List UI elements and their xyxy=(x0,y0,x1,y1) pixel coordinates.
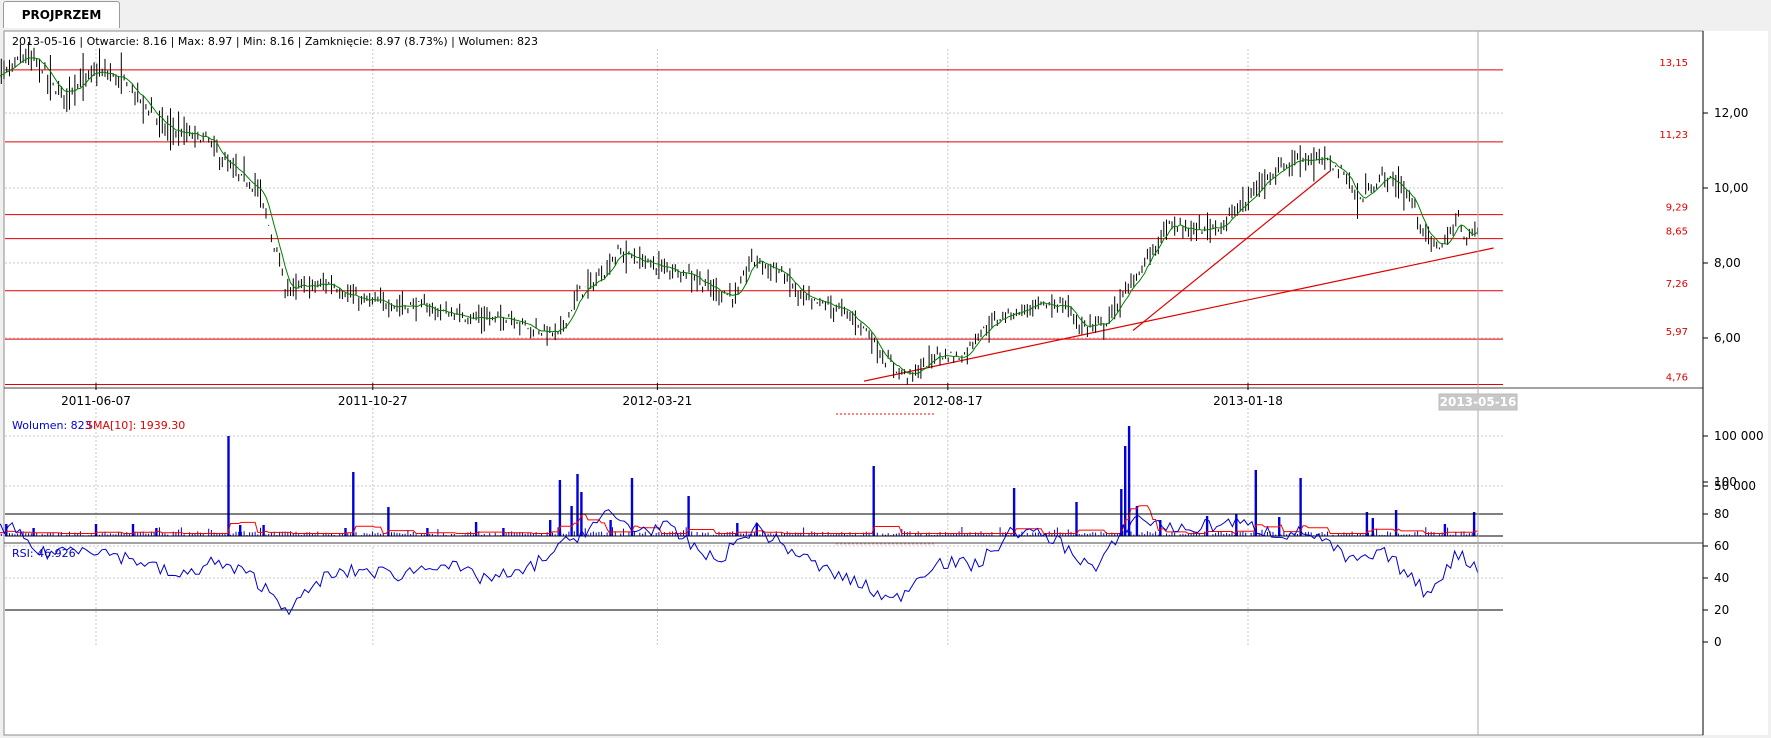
volume-bar xyxy=(872,466,875,536)
volume-bar xyxy=(32,528,35,536)
level-label: 4,76 xyxy=(1666,373,1688,384)
level-label: 13,15 xyxy=(1659,58,1688,69)
x-tick-label: 2011-06-07 xyxy=(61,394,131,408)
x-tick-label: 2012-08-17 xyxy=(913,394,983,408)
x-tick-label: 2013-01-18 xyxy=(1213,394,1283,408)
rsi-tick-label: 40 xyxy=(1714,571,1729,585)
volume-bar xyxy=(570,506,573,536)
axis-background xyxy=(1703,31,1768,735)
rsi-tick-label: 0 xyxy=(1714,635,1722,649)
volume-bar xyxy=(630,478,634,536)
volume-tick-label: 100 000 xyxy=(1714,429,1764,443)
rsi-legend: RSI: 46.926 xyxy=(12,547,76,560)
rsi-tick-label: 60 xyxy=(1714,539,1729,553)
volume-bar xyxy=(576,474,579,536)
x-tick-label: 2011-10-27 xyxy=(338,394,408,408)
volume-bar xyxy=(1012,488,1016,536)
sma-legend: SMA[10]: 1939.30 xyxy=(86,419,185,432)
volume-bar xyxy=(227,436,230,536)
volume-bar xyxy=(352,472,355,536)
y-tick-label: 12,00 xyxy=(1714,106,1748,120)
chart-background xyxy=(3,30,1704,736)
volume-legend: Wolumen: 823 xyxy=(12,419,92,432)
rsi-tick-label: 80 xyxy=(1714,507,1729,521)
tab-bar: PROJPRZEM xyxy=(0,0,1771,28)
volume-bar xyxy=(262,525,265,536)
x-tick-label: 2012-03-21 xyxy=(623,394,693,408)
y-tick-label: 8,00 xyxy=(1714,256,1741,270)
y-tick-label: 10,00 xyxy=(1714,181,1748,195)
tab-projprzem[interactable]: PROJPRZEM xyxy=(3,1,120,28)
level-label: 7,26 xyxy=(1666,279,1688,290)
cursor-date-label: 2013-05-16 xyxy=(1440,395,1517,409)
rsi-tick-label: 100 xyxy=(1714,475,1737,489)
level-label: 5,97 xyxy=(1666,327,1688,338)
volume-bar xyxy=(1075,502,1078,536)
volume-bar xyxy=(1371,518,1374,536)
header-info: 2013-05-16 | Otwarcie: 8.16 | Max: 8.97 … xyxy=(12,35,538,48)
level-label: 11,23 xyxy=(1659,130,1688,141)
level-label: 9,29 xyxy=(1666,203,1688,214)
stock-chart[interactable]: 2013-05-16 | Otwarcie: 8.16 | Max: 8.97 … xyxy=(0,28,1771,738)
rsi-tick-label: 20 xyxy=(1714,603,1729,617)
volume-bar xyxy=(1135,506,1139,536)
level-label: 8,65 xyxy=(1666,227,1688,238)
volume-bar xyxy=(1299,478,1302,536)
y-tick-label: 6,00 xyxy=(1714,331,1741,345)
